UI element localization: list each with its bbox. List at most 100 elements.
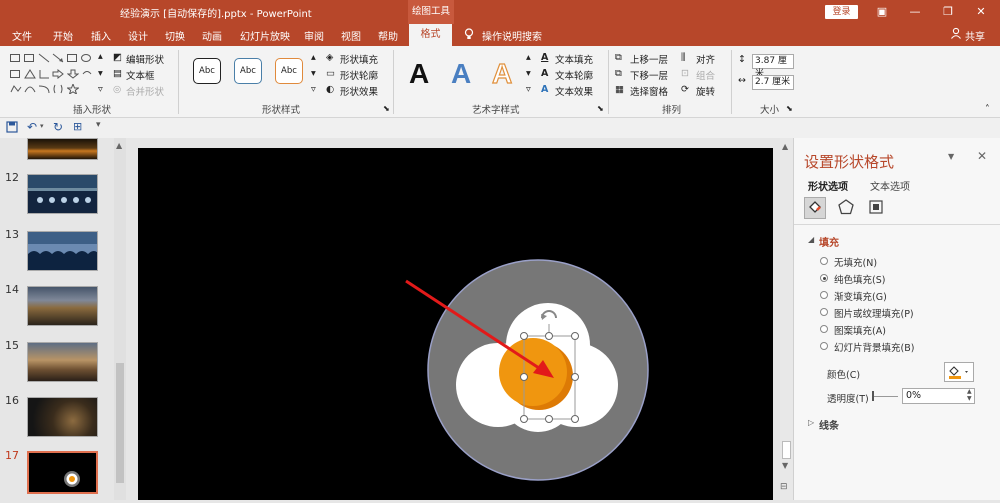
bring-forward-button[interactable]: 上移一层 xyxy=(630,52,668,66)
curve-shape-icon[interactable] xyxy=(24,84,36,97)
share-button[interactable]: 共享 xyxy=(965,28,985,43)
ribbon-display-options-icon[interactable]: ▣ xyxy=(873,3,891,21)
start-slideshow-icon[interactable]: ⊞ xyxy=(73,120,82,133)
down-arrow-shape-icon[interactable] xyxy=(66,69,80,82)
scroll-up-arrow-icon[interactable]: ▲ xyxy=(782,142,788,151)
undo-dropdown-icon[interactable]: ▾ xyxy=(40,122,44,130)
slide-scrollbar[interactable]: ▲ ▼ ⊟ xyxy=(780,138,793,500)
collapse-ribbon-icon[interactable]: ˄ xyxy=(985,104,990,115)
tab-animations[interactable]: 动画 xyxy=(202,28,222,43)
customize-qat-icon[interactable]: ▾ xyxy=(96,120,101,130)
section-expanded-icon[interactable]: ◢ xyxy=(808,235,814,244)
wordart-scroll-down-icon[interactable]: ▾ xyxy=(526,68,531,79)
slide-thumbnail-16[interactable] xyxy=(27,397,98,437)
login-button[interactable]: 登录 xyxy=(825,5,858,19)
redo-icon[interactable]: ↻ xyxy=(53,120,63,134)
transparency-slider[interactable] xyxy=(872,396,898,397)
vertical-textbox-shape-icon[interactable] xyxy=(24,54,34,62)
tab-review[interactable]: 审阅 xyxy=(304,28,324,43)
freeform-shape-icon[interactable] xyxy=(10,84,22,97)
star-shape-icon[interactable] xyxy=(65,82,81,97)
gallery-scroll-down-icon[interactable]: ▾ xyxy=(98,68,103,79)
tell-me-search[interactable]: 操作说明搜索 xyxy=(482,28,542,43)
brace-shape-icon[interactable] xyxy=(52,84,64,97)
dialog-launcher-icon[interactable]: ⬊ xyxy=(383,104,390,113)
text-effects-button[interactable]: 文本效果 xyxy=(555,84,593,98)
edit-shape-button[interactable]: 编辑形状 xyxy=(126,52,164,66)
effects-pentagon-icon[interactable] xyxy=(837,198,855,219)
slide-thumbnail-11[interactable] xyxy=(27,138,98,160)
gallery-more-icon[interactable]: ▿ xyxy=(98,84,103,95)
undo-icon[interactable]: ↶ xyxy=(27,120,37,134)
close-button[interactable]: ✕ xyxy=(972,3,990,21)
transparency-spinner-icon[interactable]: ▲ ▼ xyxy=(967,388,972,402)
share-icon[interactable] xyxy=(950,27,962,42)
shape-style-orange[interactable]: Abc xyxy=(275,58,303,84)
transparency-slider-thumb[interactable] xyxy=(872,391,874,401)
fit-slide-icon[interactable]: ⊟ xyxy=(780,482,788,492)
height-input[interactable]: 3.87 厘米 xyxy=(752,54,794,79)
shape-style-blue[interactable]: Abc xyxy=(234,58,262,84)
shape-style-dark[interactable]: Abc xyxy=(193,58,221,84)
oval-shape-icon[interactable] xyxy=(81,54,91,62)
text-outline-button[interactable]: 文本轮廓 xyxy=(555,68,593,82)
arrow-shape-icon[interactable] xyxy=(52,53,64,66)
tab-file[interactable]: 文件 xyxy=(12,28,32,43)
shape-effects-button[interactable]: 形状效果 xyxy=(340,84,378,98)
option-pattern-fill[interactable]: 图案填充(A) xyxy=(834,323,886,337)
dialog-launcher-icon[interactable]: ⬊ xyxy=(786,104,793,113)
fill-line-icon[interactable] xyxy=(804,197,826,219)
minimize-button[interactable]: — xyxy=(906,3,924,21)
pane-options-dropdown-icon[interactable]: ▼ xyxy=(948,152,954,161)
wordart-style-blue[interactable]: A xyxy=(451,58,471,90)
text-box-button[interactable]: 文本框 xyxy=(126,68,155,82)
save-icon[interactable] xyxy=(6,121,18,136)
slide-thumbnail-13[interactable] xyxy=(27,231,98,271)
thumbnail-scrollbar[interactable]: ▲ xyxy=(114,138,126,500)
more-shapes-icon[interactable] xyxy=(81,69,93,82)
radio-pattern-fill[interactable] xyxy=(820,325,828,333)
radio-background-fill[interactable] xyxy=(820,342,828,350)
line-shape-icon[interactable] xyxy=(38,53,50,66)
tab-insert[interactable]: 插入 xyxy=(91,28,111,43)
elbow-shape-icon[interactable] xyxy=(38,69,50,82)
group-button[interactable]: 组合 xyxy=(696,68,715,82)
tab-view[interactable]: 视图 xyxy=(341,28,361,43)
styles-scroll-up-icon[interactable]: ▴ xyxy=(311,52,316,63)
textbox-shape-icon[interactable] xyxy=(10,54,20,62)
slide-thumbnail-15[interactable] xyxy=(27,342,98,382)
rect2-shape-icon[interactable] xyxy=(10,70,20,78)
scroll-thumb[interactable] xyxy=(116,363,124,483)
align-button[interactable]: 对齐 xyxy=(696,52,715,66)
slide-canvas[interactable] xyxy=(138,148,773,500)
shape-outline-button[interactable]: 形状轮廓 xyxy=(340,68,378,82)
radio-gradient-fill[interactable] xyxy=(820,291,828,299)
tab-format[interactable]: 格式 xyxy=(409,24,452,46)
section-fill[interactable]: 填充 xyxy=(819,234,839,249)
tab-shape-options[interactable]: 形状选项 xyxy=(808,178,848,193)
send-backward-button[interactable]: 下移一层 xyxy=(630,68,668,82)
text-fill-button[interactable]: 文本填充 xyxy=(555,52,593,66)
section-collapsed-icon[interactable]: ▷ xyxy=(808,418,814,427)
shape-fill-button[interactable]: 形状填充 xyxy=(340,52,378,66)
restore-button[interactable]: ❐ xyxy=(939,3,957,21)
tab-slideshow[interactable]: 幻灯片放映 xyxy=(240,28,290,43)
rotate-button[interactable]: 旋转 xyxy=(696,84,715,98)
color-picker-button[interactable] xyxy=(944,362,974,382)
tab-transitions[interactable]: 切换 xyxy=(165,28,185,43)
tab-text-options[interactable]: 文本选项 xyxy=(870,178,910,193)
scroll-thumb[interactable] xyxy=(782,441,791,459)
wordart-style-black[interactable]: A xyxy=(409,58,429,90)
option-gradient-fill[interactable]: 渐变填充(G) xyxy=(834,289,887,303)
wordart-more-icon[interactable]: ▿ xyxy=(526,84,531,95)
wordart-scroll-up-icon[interactable]: ▴ xyxy=(526,52,531,63)
section-line[interactable]: 线条 xyxy=(819,417,839,432)
tab-home[interactable]: 开始 xyxy=(53,28,73,43)
radio-picture-fill[interactable] xyxy=(820,308,828,316)
right-arrow-shape-icon[interactable] xyxy=(52,68,64,82)
option-no-fill[interactable]: 无填充(N) xyxy=(834,255,877,269)
rectangle-shape-icon[interactable] xyxy=(67,54,77,62)
selection-pane-button[interactable]: 选择窗格 xyxy=(630,84,668,98)
styles-more-icon[interactable]: ▿ xyxy=(311,84,316,95)
styles-scroll-down-icon[interactable]: ▾ xyxy=(311,68,316,79)
